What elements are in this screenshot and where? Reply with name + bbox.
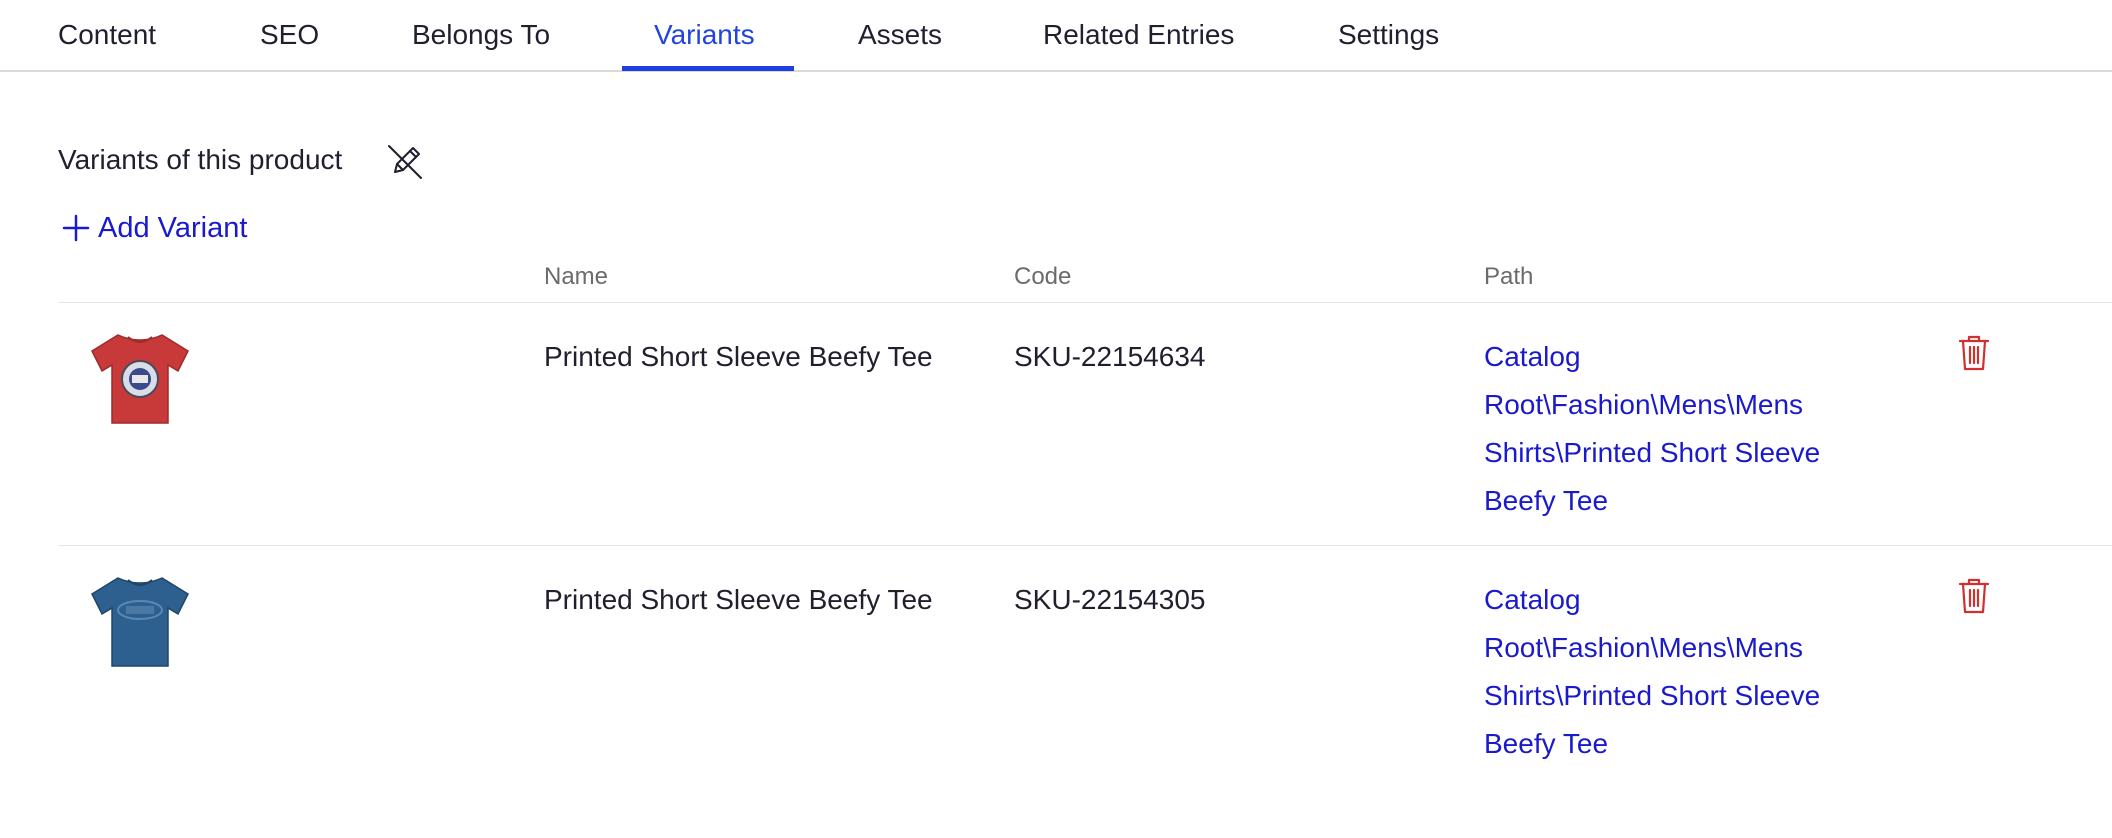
table-row: Printed Short Sleeve Beefy Tee SKU-22154… (0, 546, 2112, 788)
path-line: Root\Fashion\Mens\Mens (1484, 389, 1804, 420)
blue-tshirt-image (88, 568, 192, 672)
path-line: Catalog (1484, 584, 1581, 615)
tab-seo[interactable]: SEO (260, 0, 319, 72)
section-title: Variants of this product (58, 144, 343, 175)
path-line: Shirts\Printed Short Sleeve (1484, 437, 1821, 468)
path-line: Beefy Tee (1484, 728, 1609, 759)
tab-related-entries[interactable]: Related Entries (1043, 0, 1234, 72)
plus-icon (62, 214, 90, 242)
trash-icon[interactable] (1958, 335, 1990, 371)
variant-code: SKU-22154305 (1014, 584, 1206, 615)
path-line: Catalog (1484, 341, 1581, 372)
add-variant-label: Add Variant (98, 212, 248, 244)
variant-path-link[interactable]: Catalog Root\Fashion\Mens\Mens Shirts\Pr… (1484, 576, 1884, 768)
column-header-code[interactable]: Code (1014, 262, 1071, 292)
variant-code: SKU-22154634 (1014, 341, 1206, 372)
table-row: Printed Short Sleeve Beefy Tee SKU-22154… (0, 303, 2112, 545)
trash-icon[interactable] (1958, 578, 1990, 614)
path-line: Shirts\Printed Short Sleeve (1484, 680, 1821, 711)
path-line: Beefy Tee (1484, 485, 1609, 516)
red-tshirt-image (88, 325, 192, 429)
variant-path-link[interactable]: Catalog Root\Fashion\Mens\Mens Shirts\Pr… (1484, 333, 1884, 525)
unlink-pencil-icon[interactable] (383, 140, 427, 184)
tab-assets[interactable]: Assets (858, 0, 942, 72)
variant-name: Printed Short Sleeve Beefy Tee (544, 341, 933, 372)
variant-name: Printed Short Sleeve Beefy Tee (544, 584, 933, 615)
active-tab-indicator (622, 66, 794, 71)
path-line: Root\Fashion\Mens\Mens (1484, 632, 1804, 663)
column-header-path[interactable]: Path (1484, 262, 1533, 292)
tab-bar: Content SEO Belongs To Variants Assets R… (0, 0, 2112, 72)
tab-content[interactable]: Content (58, 0, 156, 72)
tab-belongs-to[interactable]: Belongs To (412, 0, 550, 72)
tab-settings[interactable]: Settings (1338, 0, 1439, 72)
column-header-name[interactable]: Name (544, 262, 608, 292)
tab-variants[interactable]: Variants (654, 0, 755, 72)
